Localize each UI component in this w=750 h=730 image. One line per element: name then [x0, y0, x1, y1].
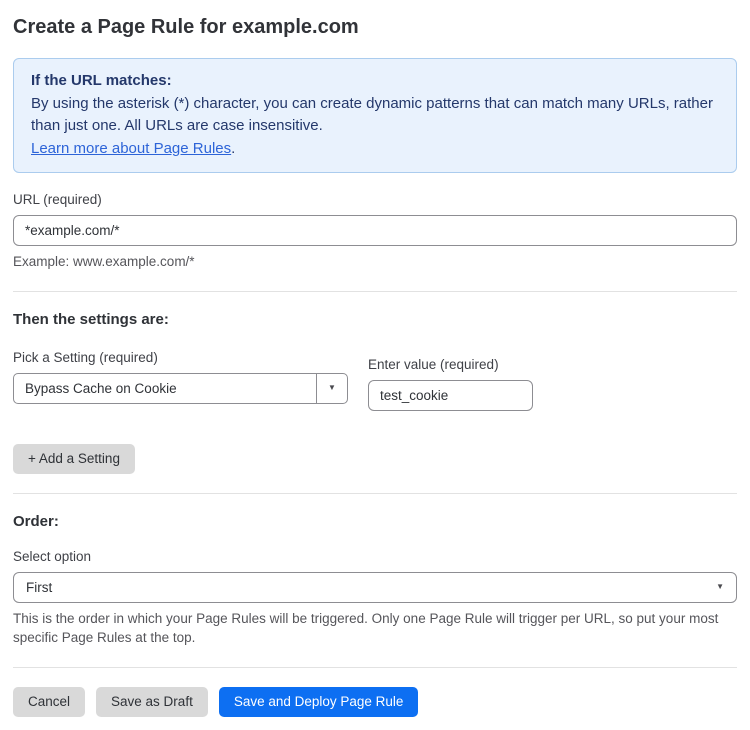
form-actions: Cancel Save as Draft Save and Deploy Pag…	[13, 687, 737, 717]
url-input[interactable]	[13, 215, 737, 246]
setting-select-label: Pick a Setting (required)	[13, 350, 348, 365]
add-setting-button[interactable]: + Add a Setting	[13, 444, 135, 474]
divider	[13, 667, 737, 668]
setting-select-column: Pick a Setting (required) Bypass Cache o…	[13, 350, 348, 404]
save-and-deploy-button[interactable]: Save and Deploy Page Rule	[219, 687, 419, 717]
page-title: Create a Page Rule for example.com	[13, 15, 737, 39]
chevron-down-icon: ▼	[716, 583, 724, 591]
setting-select-arrow-button[interactable]: ▼	[316, 374, 347, 403]
url-field-label: URL (required)	[13, 192, 737, 207]
order-section-heading: Order:	[13, 513, 737, 530]
order-helper-text: This is the order in which your Page Rul…	[13, 609, 737, 648]
chevron-down-icon: ▼	[328, 384, 336, 392]
info-box-body: By using the asterisk (*) character, you…	[31, 93, 719, 138]
settings-section-heading: Then the settings are:	[13, 311, 737, 328]
order-select-value: First	[26, 580, 716, 595]
url-matches-info-box: If the URL matches: By using the asteris…	[13, 58, 737, 173]
value-field-label: Enter value (required)	[368, 357, 533, 372]
save-as-draft-button[interactable]: Save as Draft	[96, 687, 208, 717]
url-field-helper: Example: www.example.com/*	[13, 252, 737, 272]
divider	[13, 291, 737, 292]
setting-select-value: Bypass Cache on Cookie	[14, 374, 316, 403]
learn-more-link[interactable]: Learn more about Page Rules	[31, 140, 231, 157]
info-box-heading: If the URL matches:	[31, 70, 719, 93]
link-suffix: .	[231, 140, 235, 157]
setting-select[interactable]: Bypass Cache on Cookie ▼	[13, 373, 348, 404]
divider	[13, 493, 737, 494]
setting-value-column: Enter value (required)	[368, 350, 533, 411]
cancel-button[interactable]: Cancel	[13, 687, 85, 717]
info-box-link-line: Learn more about Page Rules.	[31, 138, 719, 161]
setting-value-input[interactable]	[368, 380, 533, 411]
order-select[interactable]: First ▼	[13, 572, 737, 603]
setting-row: Pick a Setting (required) Bypass Cache o…	[13, 350, 737, 411]
order-select-label: Select option	[13, 549, 737, 564]
create-page-rule-panel: Create a Page Rule for example.com If th…	[0, 0, 750, 730]
